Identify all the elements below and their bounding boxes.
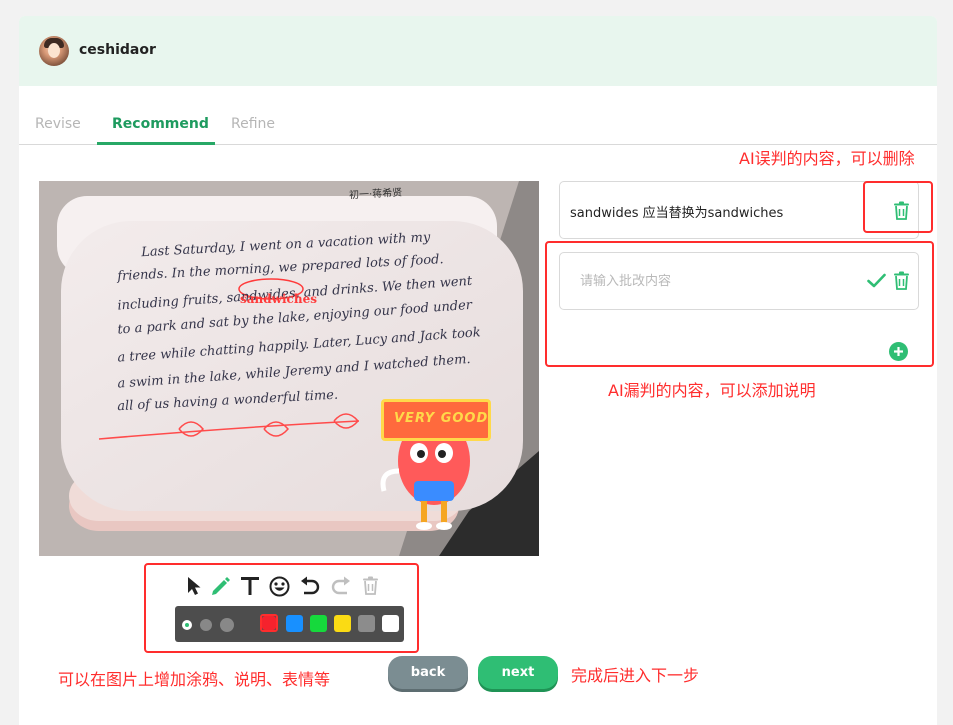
tab-revise[interactable]: Revise xyxy=(35,116,81,132)
undo-icon[interactable] xyxy=(300,576,320,596)
active-tab-indicator xyxy=(97,142,215,145)
tab-recommend[interactable]: Recommend xyxy=(112,116,209,132)
pointer-icon[interactable] xyxy=(186,576,202,596)
text-icon[interactable] xyxy=(240,576,260,596)
username: ceshidaor xyxy=(79,42,156,58)
color-swatch-red-fill xyxy=(262,616,276,630)
add-icon[interactable] xyxy=(889,342,908,361)
brush-size-selected-marker xyxy=(185,623,189,627)
annotation-add: AI漏判的内容，可以添加说明 xyxy=(608,381,816,400)
trash-icon[interactable] xyxy=(893,201,910,220)
top-note: 初一·蒋希贤 xyxy=(348,187,403,202)
next-button[interactable]: next xyxy=(478,656,558,689)
tab-bar: Revise Recommend Refine xyxy=(19,112,937,145)
essay-photo[interactable]: 初一·蒋希贤 Last Saturday, I went on a vacati… xyxy=(39,181,539,556)
avatar[interactable] xyxy=(39,36,69,66)
sticker-text: VERY GOOD xyxy=(394,411,489,426)
color-swatch-white[interactable] xyxy=(382,615,399,632)
trash-icon[interactable] xyxy=(893,271,910,290)
user-header xyxy=(19,16,937,86)
color-swatch-yellow[interactable] xyxy=(334,615,351,632)
color-swatch-gray[interactable] xyxy=(358,615,375,632)
annotation-toolbar: 可以在图片上增加涂鸦、说明、表情等 xyxy=(58,670,331,689)
brush-size-medium[interactable] xyxy=(200,619,212,631)
clear-trash-icon[interactable] xyxy=(362,576,379,595)
correction-input[interactable] xyxy=(559,252,919,310)
pencil-icon[interactable] xyxy=(210,576,231,597)
color-swatch-green[interactable] xyxy=(310,615,327,632)
back-button[interactable]: back xyxy=(388,656,468,689)
brush-size-large[interactable] xyxy=(220,618,234,632)
correction-overlay[interactable]: sandwiches xyxy=(240,292,317,306)
correction-text: sandwides 应当替换为sandwiches xyxy=(570,206,784,221)
redo-icon[interactable] xyxy=(331,576,351,596)
emoji-icon[interactable] xyxy=(269,576,290,597)
check-icon[interactable] xyxy=(867,273,886,288)
annotation-delete: AI误判的内容，可以删除 xyxy=(739,149,915,168)
annotation-next: 完成后进入下一步 xyxy=(571,666,700,685)
color-swatch-blue[interactable] xyxy=(286,615,303,632)
tab-refine[interactable]: Refine xyxy=(231,116,275,132)
